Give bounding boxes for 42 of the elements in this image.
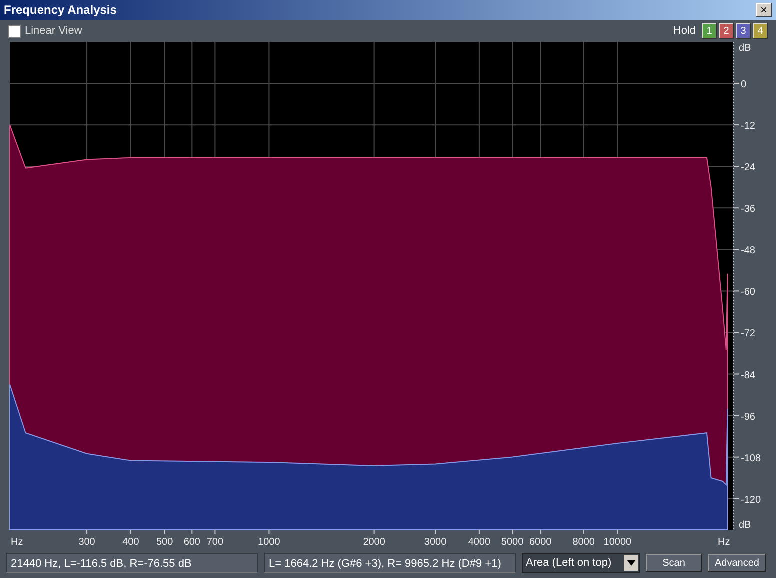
axis-tick-label: 700: [206, 537, 224, 548]
axis-tick-label: -84: [741, 370, 756, 382]
axis-unit-label: dB: [739, 43, 752, 54]
peak-readout: L= 1664.2 Hz (G#6 +3), R= 9965.2 Hz (D#9 +1): [264, 553, 516, 573]
window-title: Frequency Analysis: [4, 3, 117, 17]
axis-tick-label: -12: [741, 121, 756, 132]
dropdown-arrow-icon: [626, 560, 636, 566]
action-button[interactable]: Advanced: [708, 554, 766, 572]
axis-tick-label: 2000: [363, 537, 386, 548]
axis-tick-label: 0: [741, 80, 747, 91]
axis-tick-label: 600: [184, 537, 200, 548]
checkbox[interactable]: [8, 24, 21, 38]
axis-tick-label: 1000: [258, 537, 280, 548]
hold-button[interactable]: 3: [736, 23, 751, 39]
axis-unit-label: Hz: [11, 537, 24, 548]
axis-unit-label: dB: [739, 520, 752, 531]
axis-tick-label: -96: [741, 412, 756, 423]
mode-dropdown[interactable]: Area (Left on top): [522, 553, 640, 573]
close-button[interactable]: ×: [756, 3, 772, 17]
axis-unit-label: Hz: [718, 537, 730, 548]
axis-tick-label: 3000: [424, 537, 447, 548]
axis-tick-label: 6000: [530, 537, 552, 548]
axis-tick-label: 10000: [604, 537, 632, 548]
cursor-readout: 21440 Hz, L=-116.5 dB, R=-76.55 dB: [6, 553, 258, 573]
axis-tick-label: -36: [741, 204, 756, 216]
action-button[interactable]: Scan: [646, 554, 702, 572]
axis-tick-label: 4000: [468, 537, 491, 548]
axis-tick-label: 400: [122, 537, 140, 548]
axis-tick-label: -48: [741, 246, 756, 257]
hold-label: Hold: [673, 25, 696, 37]
axis-tick-label: -72: [741, 328, 756, 340]
hold-button[interactable]: 2: [719, 23, 734, 39]
axis-tick-label: 500: [156, 537, 174, 548]
axis-tick-label: -24: [741, 162, 756, 174]
axis-tick-label: 5000: [501, 537, 524, 548]
checkbox-label: Linear View: [25, 25, 82, 37]
axis-tick-label: -108: [741, 453, 762, 464]
axis-tick-label: 300: [78, 537, 96, 548]
axis-tick-label: -120: [741, 494, 762, 506]
hold-button[interactable]: 1: [702, 23, 717, 39]
axis-tick-label: -60: [741, 287, 756, 298]
axis-tick-label: 8000: [572, 537, 595, 548]
